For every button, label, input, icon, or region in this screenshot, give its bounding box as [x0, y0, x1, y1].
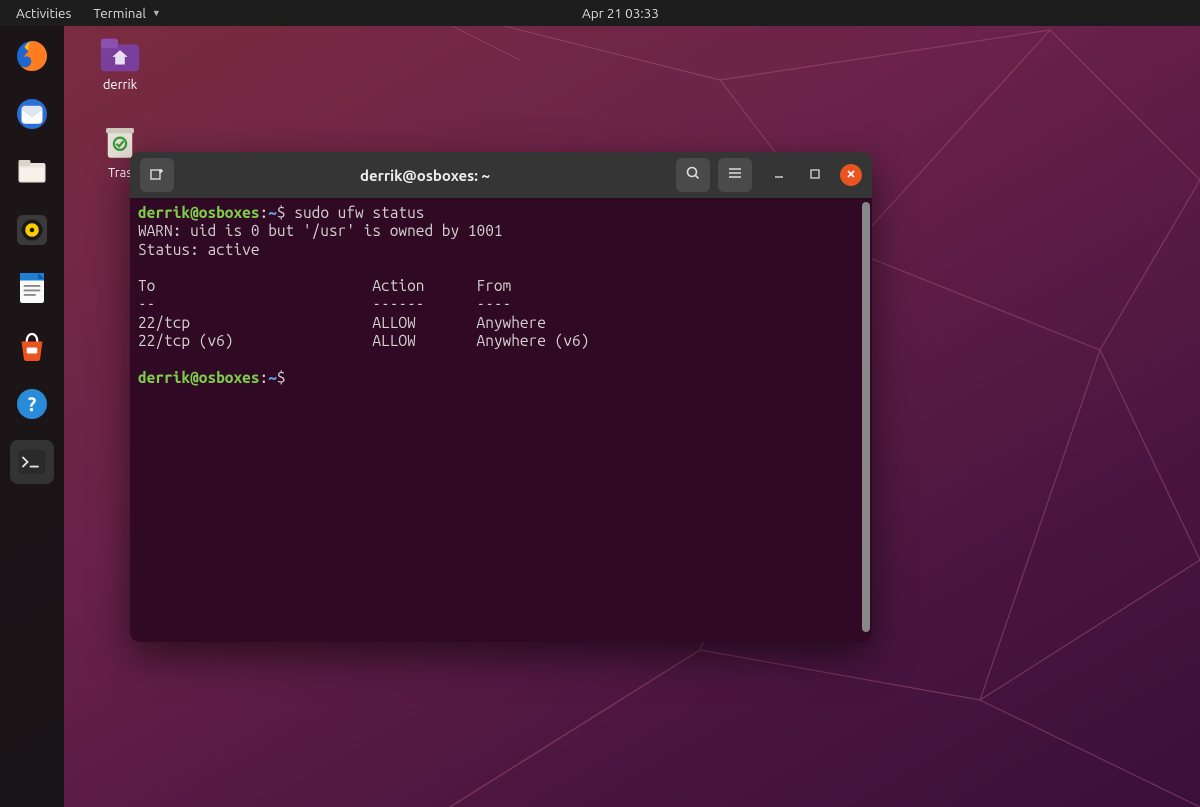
desktop-icon-label: Tras — [108, 166, 132, 180]
prompt-symbol: $ — [277, 369, 286, 386]
menu-button[interactable] — [718, 158, 752, 192]
prompt-path: ~ — [268, 204, 277, 221]
dock-software[interactable] — [10, 324, 54, 368]
output-line: Status: active — [138, 241, 260, 258]
prompt-user: derrik@osboxes — [138, 369, 260, 386]
desktop-icon-home[interactable]: derrik — [80, 30, 160, 92]
dock-rhythmbox[interactable] — [10, 208, 54, 252]
prompt-sep: : — [260, 204, 269, 221]
chevron-down-icon: ▼ — [152, 8, 161, 18]
prompt-symbol: $ — [277, 204, 286, 221]
svg-text:?: ? — [28, 393, 37, 415]
dock-libreoffice-writer[interactable] — [10, 266, 54, 310]
prompt-user: derrik@osboxes — [138, 204, 260, 221]
activities-label: Activities — [16, 5, 71, 21]
search-icon — [685, 165, 701, 185]
folder-home-icon — [96, 30, 144, 78]
app-menu-label: Terminal — [93, 5, 146, 21]
app-menu[interactable]: Terminal ▼ — [79, 5, 168, 21]
output-line: To Action From — [138, 277, 511, 294]
top-panel: Activities Terminal ▼ Apr 21 03:33 — [0, 0, 1200, 26]
activities-button[interactable]: Activities — [8, 5, 79, 21]
prompt-sep: : — [260, 369, 269, 386]
minimize-button[interactable] — [768, 164, 790, 186]
maximize-button[interactable] — [804, 164, 826, 186]
search-button[interactable] — [676, 158, 710, 192]
minimize-icon — [773, 166, 785, 184]
close-icon — [845, 166, 857, 184]
output-line: -- ------ ---- — [138, 295, 511, 312]
terminal-body[interactable]: derrik@osboxes:~$ sudo ufw status WARN: … — [130, 198, 872, 642]
dock-thunderbird[interactable] — [10, 92, 54, 136]
maximize-icon — [809, 166, 821, 184]
dock-firefox[interactable] — [10, 34, 54, 78]
dock: ? — [0, 26, 64, 807]
dock-help[interactable]: ? — [10, 382, 54, 426]
clock-label: Apr 21 03:33 — [582, 5, 659, 21]
dock-files[interactable] — [10, 150, 54, 194]
new-tab-button[interactable] — [140, 158, 174, 192]
scrollbar[interactable] — [862, 202, 870, 632]
clock[interactable]: Apr 21 03:33 — [574, 5, 667, 21]
dock-terminal[interactable] — [10, 440, 54, 484]
desktop-icon-label: derrik — [103, 78, 137, 92]
output-line: 22/tcp (v6) ALLOW Anywhere (v6) — [138, 332, 589, 349]
window-titlebar[interactable]: derrik@osboxes: ~ — [130, 152, 872, 198]
prompt-path: ~ — [268, 369, 277, 386]
close-button[interactable] — [840, 164, 862, 186]
output-line: 22/tcp ALLOW Anywhere — [138, 314, 546, 331]
output-line: WARN: uid is 0 but '/usr' is owned by 10… — [138, 222, 503, 239]
hamburger-icon — [727, 165, 743, 185]
command-text: sudo ufw status — [294, 204, 424, 221]
window-title: derrik@osboxes: ~ — [182, 167, 668, 184]
terminal-window: derrik@osboxes: ~ derrik@osboxes:~$ sudo… — [130, 152, 872, 642]
